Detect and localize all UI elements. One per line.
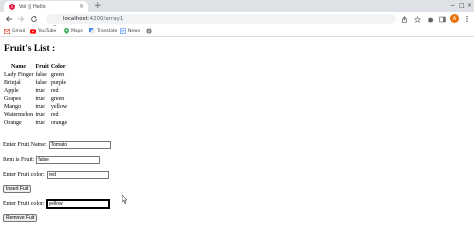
cell-fruit: true bbox=[35, 88, 45, 94]
cell-color: red bbox=[50, 88, 59, 94]
fruit-color-label: Enter Fruit color: bbox=[3, 172, 45, 178]
bookmark-label: YouTube bbox=[38, 28, 57, 34]
minimize-icon[interactable]: − bbox=[450, 2, 455, 9]
cell-name: Lady Finger bbox=[4, 72, 34, 78]
cell-color: red bbox=[50, 112, 59, 118]
table-row: Lady Finger false green bbox=[3, 71, 68, 79]
new-tab-icon[interactable]: + bbox=[94, 1, 102, 11]
is-fruit-input[interactable] bbox=[36, 156, 101, 164]
fruit-color-input[interactable] bbox=[46, 171, 109, 179]
window-close-icon[interactable]: × bbox=[467, 2, 472, 9]
table-row: Orange true orange bbox=[3, 119, 68, 127]
forward-arrow-icon[interactable] bbox=[16, 14, 26, 24]
reload-icon[interactable] bbox=[29, 14, 39, 24]
cell-fruit: false bbox=[35, 72, 47, 78]
news-icon bbox=[120, 28, 126, 34]
cell-name: Brinjal bbox=[4, 80, 21, 86]
fruits-table: Name Fruit Color Lady Finger false green… bbox=[3, 63, 68, 127]
cell-fruit: true bbox=[35, 112, 45, 118]
fruit-name-label: Enter Fruit Name: bbox=[3, 142, 47, 148]
fruit-name-input[interactable] bbox=[48, 141, 111, 149]
bookmark-globe[interactable] bbox=[146, 27, 154, 35]
cell-color: orange bbox=[50, 120, 68, 126]
table-row: Apple true red bbox=[3, 87, 68, 95]
extensions-puzzle-icon[interactable] bbox=[426, 15, 434, 23]
menu-kebab-icon[interactable] bbox=[463, 15, 471, 23]
site-info-icon[interactable] bbox=[52, 16, 58, 31]
is-fruit-row: Item is Fruit: bbox=[3, 156, 101, 164]
bookmark-label: Translate bbox=[97, 28, 118, 34]
back-arrow-icon[interactable] bbox=[4, 14, 14, 24]
svg-text:A: A bbox=[11, 4, 14, 9]
table-row: Grapes true green bbox=[3, 95, 68, 103]
maximize-icon[interactable]: □ bbox=[459, 2, 465, 9]
profile-avatar[interactable]: A bbox=[450, 14, 459, 23]
bookmarks-bar: Gmail YouTube Maps Translate News bbox=[0, 26, 474, 37]
address-bar[interactable]: localhost:4200/array1 bbox=[46, 14, 396, 31]
tab-strip: A Vol || Hello × + − □ × bbox=[0, 0, 474, 17]
browser-toolbar: localhost:4200/array1 bbox=[0, 12, 474, 31]
bookmark-label: Gmail bbox=[12, 28, 26, 34]
bookmark-gmail[interactable]: Gmail bbox=[4, 27, 25, 35]
bookmark-star-icon[interactable] bbox=[413, 15, 421, 23]
page-title: Fruit's List : bbox=[4, 44, 56, 54]
remove-color-label: Enter Fruit color: bbox=[3, 201, 45, 207]
cell-fruit: false bbox=[35, 80, 47, 86]
remove-color-row: Enter Fruit color: bbox=[3, 199, 110, 209]
bookmark-label: Maps bbox=[71, 28, 83, 34]
tab-title: Vol || Hello bbox=[19, 3, 46, 10]
cell-name: Watermelon bbox=[4, 112, 34, 118]
maps-icon bbox=[63, 28, 69, 34]
share-icon[interactable] bbox=[400, 15, 408, 23]
insert-fruit-button[interactable]: Insert Fuit bbox=[3, 185, 32, 193]
remove-fruit-button[interactable]: Remove Fuit bbox=[3, 214, 38, 222]
table-row: Brinjal false purple bbox=[3, 79, 68, 87]
fruit-name-row: Enter Fruit Name: bbox=[3, 141, 111, 149]
cell-name: Mango bbox=[4, 104, 21, 110]
cell-fruit: true bbox=[35, 120, 45, 126]
mouse-cursor-icon bbox=[121, 189, 128, 204]
cell-fruit: true bbox=[35, 96, 45, 102]
fruit-color-row: Enter Fruit color: bbox=[3, 171, 109, 179]
cell-name: Grapes bbox=[4, 96, 21, 102]
angular-favicon-icon: A bbox=[9, 3, 15, 10]
url-text: localhost:4200/array1 bbox=[63, 16, 123, 22]
page-content: Fruit's List : Name Fruit Color Lady Fin… bbox=[0, 37, 474, 248]
cell-color: yellow bbox=[50, 104, 68, 110]
youtube-icon bbox=[30, 28, 36, 34]
url-path: :4200/array1 bbox=[87, 16, 124, 22]
table-row: Watermelon true red bbox=[3, 111, 68, 119]
is-fruit-label: Item is Fruit: bbox=[3, 157, 35, 163]
cell-fruit: true bbox=[35, 104, 45, 110]
translate-icon bbox=[89, 28, 95, 34]
url-host: localhost bbox=[63, 16, 88, 22]
remove-color-input[interactable] bbox=[45, 199, 110, 209]
cell-name: Orange bbox=[4, 120, 22, 126]
cell-color: green bbox=[50, 72, 65, 78]
bookmark-maps[interactable]: Maps bbox=[63, 27, 83, 35]
side-panel-icon[interactable] bbox=[438, 15, 446, 23]
cell-name: Apple bbox=[4, 88, 19, 94]
bookmark-translate[interactable]: Translate bbox=[89, 27, 117, 35]
globe-icon bbox=[146, 28, 152, 34]
column-header-name: Name bbox=[11, 64, 26, 70]
cell-color: green bbox=[50, 96, 65, 102]
table-row: Mango true yellow bbox=[3, 103, 68, 111]
browser-tab[interactable]: A Vol || Hello × bbox=[4, 1, 88, 12]
cell-color: purple bbox=[50, 80, 67, 86]
bookmark-youtube[interactable]: YouTube bbox=[30, 27, 56, 35]
bookmark-news[interactable]: News bbox=[120, 27, 140, 35]
column-header-color: Color bbox=[50, 64, 66, 70]
bookmark-label: News bbox=[128, 28, 141, 34]
tab-close-icon[interactable]: × bbox=[79, 3, 84, 10]
table-header-row: Name Fruit Color bbox=[3, 63, 68, 71]
tab-search-icon[interactable] bbox=[437, 3, 443, 17]
gmail-icon bbox=[4, 28, 10, 34]
column-header-fruit: Fruit bbox=[35, 64, 49, 70]
